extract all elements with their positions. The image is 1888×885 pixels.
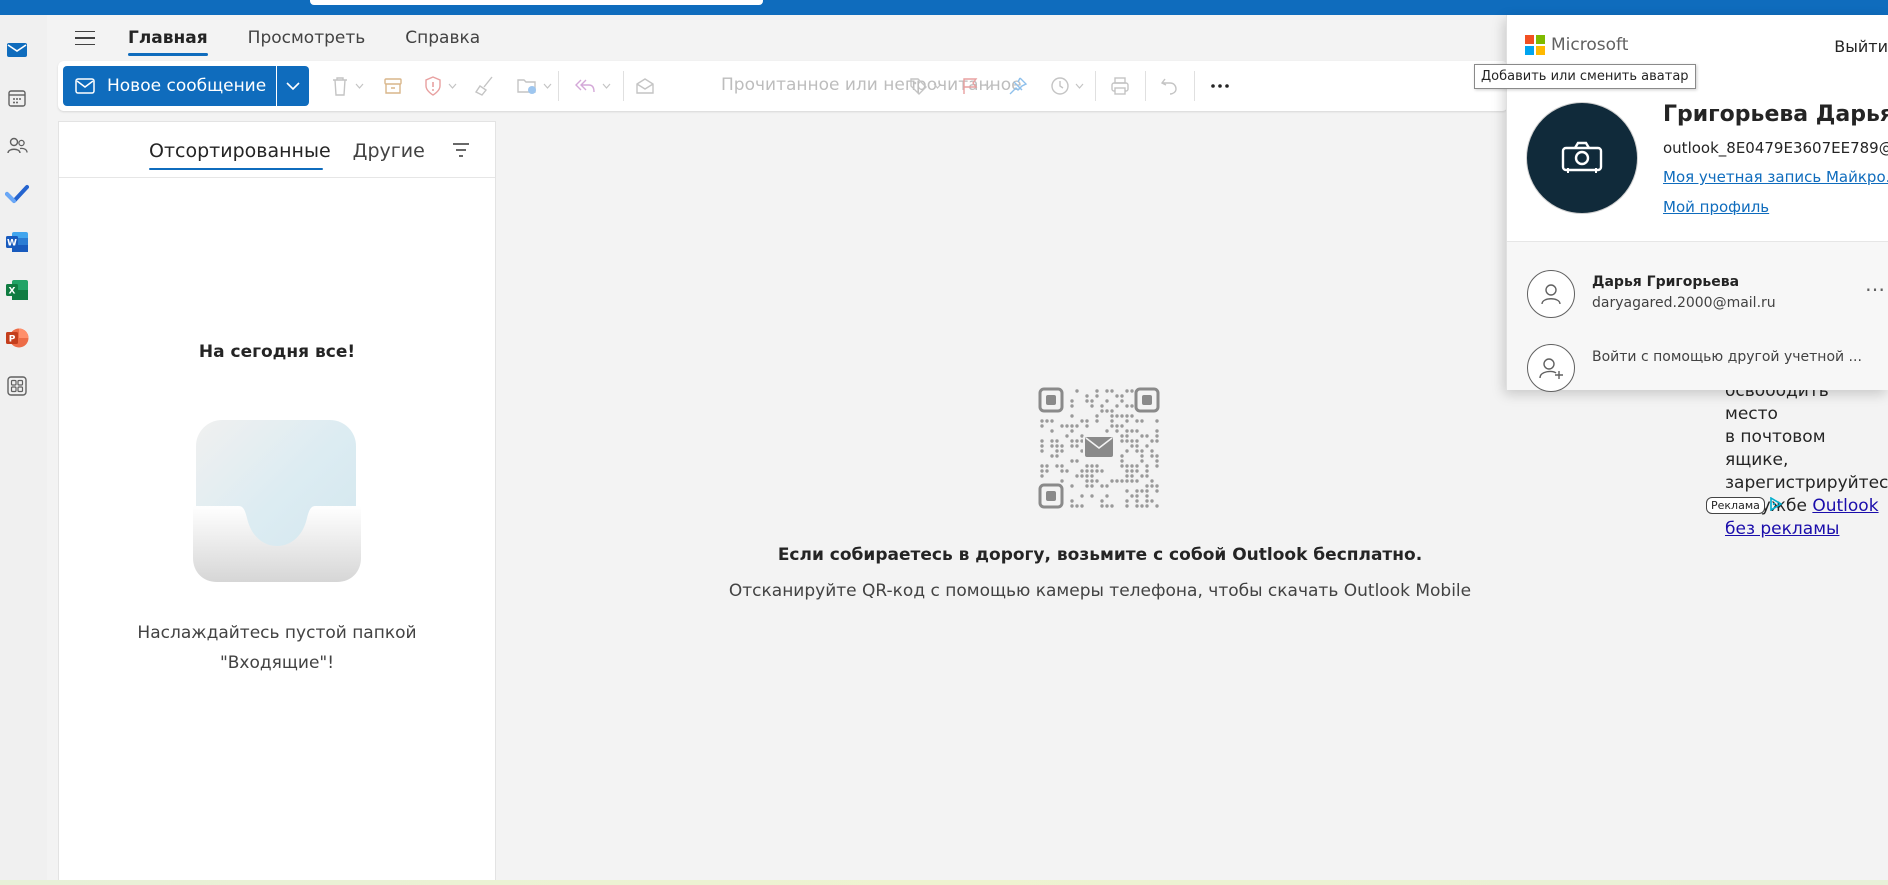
search-box[interactable] — [310, 0, 763, 5]
svg-text:P: P — [9, 335, 16, 345]
reply-all-icon[interactable] — [573, 74, 611, 98]
divider — [59, 177, 495, 178]
sweep-icon[interactable] — [474, 74, 496, 98]
tab-home[interactable]: Главная — [128, 20, 208, 56]
people-icon[interactable] — [4, 133, 30, 159]
person-icon — [1541, 284, 1561, 305]
new-message-dropdown[interactable] — [277, 66, 309, 106]
open-envelope-icon[interactable] — [635, 74, 655, 98]
new-message-button[interactable]: Новое сообщение — [63, 66, 276, 106]
todo-icon[interactable] — [4, 181, 30, 207]
more-apps-icon[interactable] — [4, 373, 30, 399]
ribbon-toolbar: Новое сообщение Прочитанное или непрочит… — [58, 61, 1508, 111]
delete-icon[interactable] — [330, 74, 364, 98]
other-account-name[interactable]: Дарья Григорьева — [1592, 274, 1739, 290]
camera-icon — [1561, 141, 1603, 173]
tab-view[interactable]: Просмотреть — [248, 20, 366, 56]
my-profile-link[interactable]: Мой профиль — [1663, 198, 1769, 216]
change-avatar-button[interactable] — [1526, 102, 1638, 214]
my-microsoft-account-link[interactable]: Моя учетная запись Майкро... — [1663, 168, 1888, 186]
profile-name: Григорьева Дарья — [1663, 102, 1888, 127]
promo-subtitle: Отсканируйте QR-код с помощью камеры тел… — [728, 581, 1472, 601]
promo-title: Если собираетесь в дорогу, возьмите с со… — [777, 545, 1423, 565]
ribbon-separator — [1145, 71, 1146, 101]
ad-line5: без рекламы — [1725, 518, 1885, 541]
pin-icon[interactable] — [1008, 74, 1028, 98]
undo-icon[interactable] — [1159, 74, 1179, 98]
empty-inbox-title: На сегодня все! — [198, 342, 356, 362]
empty-inbox-message: Наслаждайтесь пустой папкой "Входящие"! — [59, 618, 495, 678]
powerpoint-icon[interactable]: P — [4, 325, 30, 351]
svg-text:W: W — [7, 239, 17, 249]
other-accounts-section: Дарья Григорьева daryagared.2000@mail.ru… — [1507, 242, 1888, 392]
adchoices-icon[interactable] — [1769, 496, 1783, 515]
empty-inbox-tray-illustration — [193, 418, 361, 588]
microsoft-logo: Microsoft — [1525, 35, 1628, 55]
flag-icon[interactable] — [961, 74, 993, 98]
ad-outlook-link[interactable]: Outlook — [1812, 496, 1878, 516]
microsoft-logo-icon — [1525, 35, 1545, 55]
qr-code-image — [1038, 387, 1160, 513]
move-to-folder-icon[interactable] — [516, 74, 552, 98]
sign-out-button[interactable]: Выйти — [1834, 37, 1888, 56]
bottom-strip — [0, 880, 1888, 885]
top-navigation: Главная Просмотреть Справка — [58, 15, 520, 61]
tab-focused[interactable]: Отсортированные — [149, 140, 331, 170]
calendar-icon[interactable] — [4, 85, 30, 111]
profile-email: outlook_8E0479E3607EE789@... — [1663, 139, 1888, 157]
ad-no-ads-link[interactable]: без рекламы — [1725, 519, 1839, 539]
snooze-clock-icon[interactable] — [1050, 74, 1084, 98]
ad-line2: в почтовом ящике, — [1725, 427, 1826, 470]
ad-badge[interactable]: Реклама — [1706, 497, 1765, 514]
app-rail: W X P — [0, 15, 47, 885]
chevron-down-icon — [286, 81, 300, 90]
archive-icon[interactable] — [383, 74, 403, 98]
hamburger-menu-icon[interactable] — [68, 21, 102, 55]
envelope-icon — [75, 78, 95, 94]
ribbon-separator — [623, 71, 624, 101]
ad-label: Реклама — [1706, 496, 1783, 515]
inbox-tabs: Отсортированные Другие — [149, 140, 425, 170]
account-more-options[interactable]: … — [1865, 272, 1885, 296]
ad-text: освободить место в почтовом ящике, зарег… — [1725, 380, 1888, 541]
print-icon[interactable] — [1110, 74, 1130, 98]
empty-inbox-line1: Наслаждайтесь пустой папкой — [137, 623, 417, 643]
microsoft-brand-text: Microsoft — [1551, 35, 1629, 55]
add-account-avatar[interactable] — [1527, 344, 1575, 392]
new-message-label: Новое сообщение — [107, 76, 267, 96]
message-list-pane: Отсортированные Другие На сегодня все! Н… — [58, 121, 496, 885]
top-header-bar — [0, 0, 1888, 15]
excel-icon[interactable]: X — [4, 277, 30, 303]
account-avatar[interactable] — [1527, 270, 1575, 318]
ribbon-separator — [1194, 71, 1195, 101]
ribbon-separator — [558, 71, 559, 101]
other-account-email: daryagared.2000@mail.ru — [1592, 295, 1776, 311]
tab-other[interactable]: Другие — [353, 140, 425, 170]
ad-line3: зарегистрируйтесь — [1725, 473, 1888, 493]
mail-icon[interactable] — [4, 37, 30, 63]
person-add-icon — [1539, 358, 1563, 379]
tag-icon[interactable] — [908, 74, 942, 98]
svg-text:X: X — [9, 287, 16, 297]
sign-in-other-account-link[interactable]: Войти с помощью другой учетной ... — [1592, 349, 1862, 365]
word-icon[interactable]: W — [4, 229, 30, 255]
report-icon[interactable] — [423, 74, 457, 98]
filter-icon[interactable] — [451, 142, 471, 162]
more-options-icon[interactable] — [1210, 74, 1230, 98]
ribbon-separator — [1095, 71, 1096, 101]
tab-help[interactable]: Справка — [405, 20, 480, 56]
change-avatar-tooltip: Добавить или сменить аватар — [1474, 64, 1696, 89]
empty-inbox-line2: "Входящие"! — [219, 653, 335, 673]
